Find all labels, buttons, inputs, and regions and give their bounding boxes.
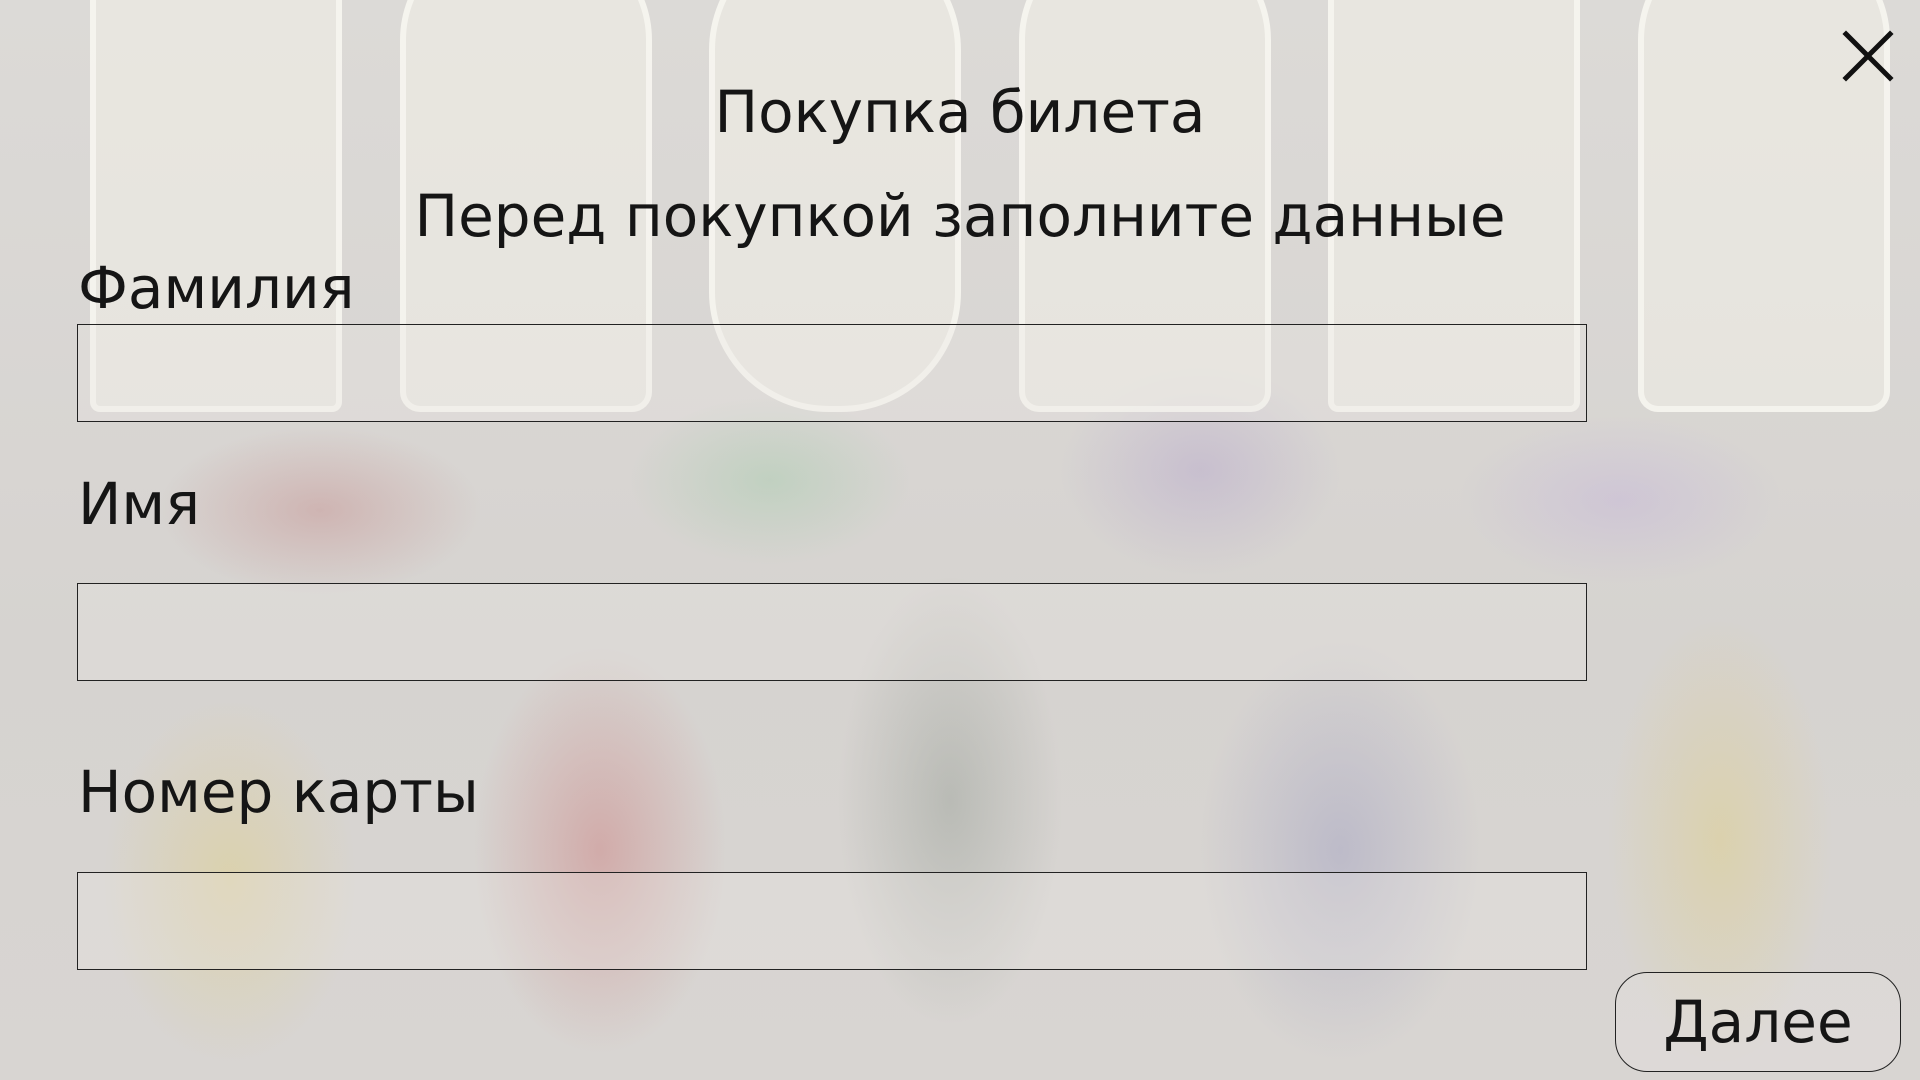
surname-input[interactable] [77,324,1587,422]
dialog-title: Покупка билета [714,78,1206,146]
name-input[interactable] [77,583,1587,681]
next-button[interactable]: Далее [1615,972,1901,1072]
surname-label: Фамилия [78,254,355,322]
card-number-label: Номер карты [78,758,479,826]
ticket-purchase-window: Покупка билета Перед покупкой заполните … [0,0,1920,1080]
card-number-input[interactable] [77,872,1587,970]
name-label: Имя [78,470,201,538]
dialog-subtitle: Перед покупкой заполните данные [414,182,1506,250]
